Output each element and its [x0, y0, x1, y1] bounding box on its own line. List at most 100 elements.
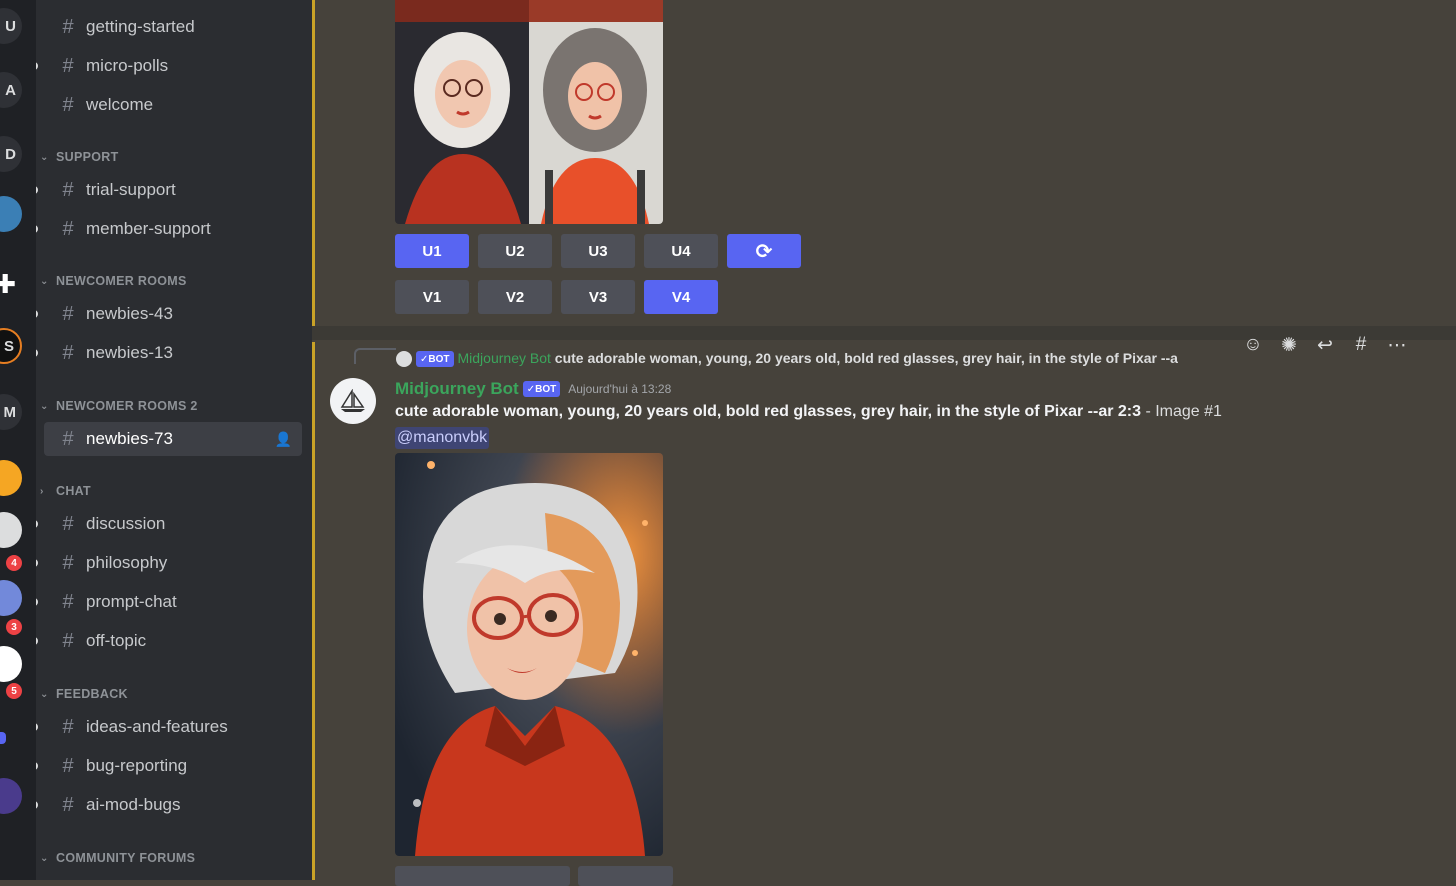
channel-philosophy[interactable]: # philosophy	[36, 546, 302, 580]
category-chat[interactable]: › CHAT	[40, 483, 91, 499]
add-super-reaction-icon[interactable]: ✺	[1278, 334, 1300, 357]
category-label: SUPPORT	[56, 150, 119, 164]
unread-indicator	[36, 559, 38, 567]
variation-2-button[interactable]: V2	[478, 280, 552, 314]
channel-member-support[interactable]: # member-support	[36, 212, 302, 246]
chevron-down-icon: ⌄	[40, 400, 49, 412]
category-community-forums[interactable]: ⌄ COMMUNITY FORUMS	[40, 850, 195, 866]
server-icon[interactable]	[0, 778, 22, 814]
image-suffix: - Image #1	[1141, 403, 1222, 420]
web-link-button[interactable]	[578, 866, 673, 886]
channel-name: discussion	[86, 514, 166, 533]
server-letter: U	[5, 17, 16, 35]
channel-ai-mod-bugs[interactable]: # ai-mod-bugs	[36, 788, 302, 822]
more-options-icon[interactable]: ⋯	[1386, 334, 1408, 357]
chevron-down-icon: ⌄	[40, 688, 49, 700]
thread-hash-icon: #	[62, 341, 74, 364]
channel-welcome[interactable]: # welcome	[44, 88, 302, 122]
channel-off-topic[interactable]: # off-topic	[36, 624, 302, 658]
hash-icon: #	[62, 93, 74, 116]
channel-ideas-and-features[interactable]: # ideas-and-features	[36, 710, 302, 744]
channel-discussion[interactable]: # discussion	[36, 507, 302, 541]
upscale-4-button[interactable]: U4	[644, 234, 718, 268]
add-reaction-icon[interactable]: ☺	[1242, 334, 1264, 357]
category-support[interactable]: ⌄ SUPPORT	[40, 149, 119, 165]
unread-badge: 4	[4, 553, 24, 573]
server-icon[interactable]	[0, 512, 22, 548]
channel-name: newbies-13	[86, 343, 173, 362]
server-icon[interactable]: M	[0, 394, 22, 430]
thread-hash-icon: #	[62, 427, 74, 450]
channel-micro-polls[interactable]: # micro-polls	[36, 49, 302, 83]
reply-text: cute adorable woman, young, 20 years old…	[554, 350, 1178, 366]
chevron-down-icon: ⌄	[40, 151, 49, 163]
channel-newbies-73[interactable]: # newbies-73 👤	[44, 422, 302, 456]
upscaled-image[interactable]	[395, 453, 663, 856]
bot-badge: ✓ BOT	[522, 381, 561, 397]
unread-indicator	[36, 762, 38, 770]
puzzle-icon[interactable]: ✚	[0, 266, 22, 302]
grid-image[interactable]	[395, 0, 663, 224]
server-icon[interactable]	[0, 196, 22, 232]
author-name[interactable]: Midjourney Bot	[395, 379, 519, 399]
channel-name: trial-support	[86, 180, 176, 199]
channel-prompt-chat[interactable]: # prompt-chat	[36, 585, 302, 619]
server-icon[interactable]	[0, 646, 22, 682]
category-newcomer-rooms-2[interactable]: ⌄ NEWCOMER ROOMS 2	[40, 398, 198, 414]
server-letter: S	[3, 337, 14, 355]
channel-name: newbies-43	[86, 304, 173, 323]
category-newcomer-rooms[interactable]: ⌄ NEWCOMER ROOMS	[40, 273, 187, 289]
thread-hash-icon: #	[62, 54, 74, 77]
hash-icon: #	[62, 715, 74, 738]
thread-hash-icon: #	[62, 590, 74, 613]
server-letter: D	[5, 145, 16, 163]
variation-1-button[interactable]: V1	[395, 280, 469, 314]
channel-bug-reporting[interactable]: # bug-reporting	[36, 749, 302, 783]
category-label: COMMUNITY FORUMS	[56, 851, 196, 865]
reply-icon[interactable]: ↩	[1314, 334, 1336, 357]
reply-author[interactable]: Midjourney Bot	[458, 350, 551, 366]
make-variations-button[interactable]	[395, 866, 570, 886]
unread-indicator	[36, 598, 38, 606]
unread-indicator	[36, 520, 38, 528]
channel-name: off-topic	[86, 631, 147, 650]
server-icon[interactable]	[0, 580, 22, 616]
thread-hash-icon: #	[62, 178, 74, 201]
reply-preview[interactable]: ✓ BOT Midjourney Bot cute adorable woman,…	[396, 350, 1296, 370]
server-icon[interactable]: A	[0, 72, 22, 108]
channel-name: prompt-chat	[86, 592, 177, 611]
message-header: Midjourney Bot ✓ BOT Aujourd'hui à 13:28	[395, 378, 671, 400]
upscale-3-button[interactable]: U3	[561, 234, 635, 268]
server-indicator	[0, 732, 6, 744]
user-mention[interactable]: @manonvbk	[395, 427, 490, 449]
upscale-1-button[interactable]: U1	[395, 234, 469, 268]
thread-hash-icon: #	[62, 512, 74, 535]
category-label: FEEDBACK	[56, 687, 128, 701]
channel-trial-support[interactable]: # trial-support	[36, 173, 302, 207]
upscaled-image-art	[395, 453, 663, 856]
server-icon[interactable]	[0, 460, 22, 496]
channel-getting-started[interactable]: # getting-started	[44, 10, 302, 44]
message-toolbar: ☺ ✺ ↩ # ⋯	[1242, 334, 1408, 357]
variation-4-button[interactable]: V4	[644, 280, 718, 314]
channel-newbies-43[interactable]: # newbies-43	[36, 297, 302, 331]
bot-badge: ✓ BOT	[416, 351, 454, 368]
unread-indicator	[36, 801, 38, 809]
upscale-2-button[interactable]: U2	[478, 234, 552, 268]
unread-badge: 3	[4, 617, 24, 637]
message-timestamp: Aujourd'hui à 13:28	[568, 382, 672, 396]
server-icon[interactable]: D	[0, 136, 22, 172]
chevron-down-icon: ⌄	[40, 852, 49, 864]
reroll-button[interactable]: ⟳	[727, 234, 801, 268]
server-icon[interactable]: U	[0, 8, 22, 44]
server-icon[interactable]: S	[0, 328, 22, 364]
category-feedback[interactable]: ⌄ FEEDBACK	[40, 686, 128, 702]
variation-3-button[interactable]: V3	[561, 280, 635, 314]
add-member-icon[interactable]: 👤	[275, 431, 292, 448]
create-thread-icon[interactable]: #	[1350, 334, 1372, 357]
unread-indicator	[36, 349, 38, 357]
chevron-down-icon: ⌄	[40, 275, 49, 287]
author-avatar[interactable]	[330, 378, 376, 424]
channel-newbies-13[interactable]: # newbies-13	[36, 336, 302, 370]
grid-image-art	[395, 0, 663, 224]
